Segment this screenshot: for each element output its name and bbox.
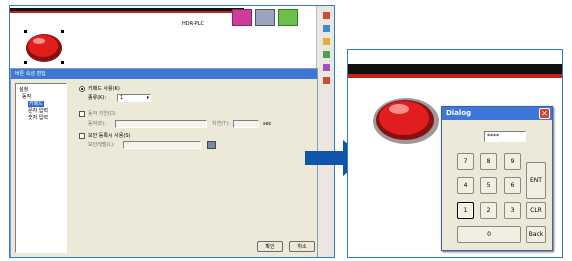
tree-selected[interactable]: 키패드 — [28, 101, 44, 107]
option1-field-label: 종류(K): — [88, 95, 107, 101]
right-icon-toolbar — [316, 6, 334, 257]
tool-icon[interactable] — [323, 12, 330, 19]
dialog-titlebar: 버튼 속성 편집 — [11, 69, 317, 79]
toolbar-green-button[interactable] — [278, 9, 298, 26]
option3-select[interactable] — [123, 141, 201, 149]
tool-icon[interactable] — [323, 64, 330, 71]
left-screenshot: HDR-PLC 버튼 속성 편집 설정 동작 키패드 문자 입력 숫자 입력 키… — [9, 5, 335, 258]
tool-icon[interactable] — [323, 25, 330, 32]
tree-panel: 설정 동작 키패드 문자 입력 숫자 입력 — [15, 83, 67, 253]
key-1[interactable]: 1 — [457, 202, 474, 219]
selection-handle[interactable] — [61, 61, 64, 64]
property-dialog: 버튼 속성 편집 설정 동작 키패드 문자 입력 숫자 입력 키패드 사용(K)… — [10, 68, 318, 257]
tree-child[interactable]: 동작 — [22, 94, 31, 100]
option2-label: 동작 지연(D) — [88, 111, 116, 117]
cancel-button[interactable]: 취소 — [289, 241, 315, 252]
keypad-display[interactable]: **** — [484, 131, 526, 142]
toolbar-gray-button[interactable] — [255, 9, 275, 26]
selection-handle[interactable] — [61, 30, 64, 33]
selection-handle[interactable] — [24, 61, 27, 64]
tree-item[interactable]: 문자 입력 — [28, 108, 48, 114]
red-button-graphic[interactable] — [24, 30, 64, 64]
option3-label: 보안 등록시 사용(S) — [88, 133, 131, 139]
option2-select[interactable] — [115, 120, 207, 128]
key-0[interactable]: 0 — [457, 226, 521, 243]
option2-field2-label: 지연(T): — [212, 121, 230, 127]
option1-label: 키패드 사용(K) — [88, 86, 120, 92]
key-3[interactable]: 3 — [504, 202, 521, 219]
toolbar-pink-button[interactable] — [232, 9, 252, 26]
header-label: HDR-PLC — [182, 21, 204, 27]
option1-select-value: 1 — [120, 95, 124, 101]
option2-delay-input[interactable] — [233, 120, 259, 128]
option2-field-label: 동작(E): — [88, 121, 106, 127]
option2-checkbox[interactable] — [79, 111, 85, 117]
ok-button[interactable]: 확인 — [257, 241, 283, 252]
key-8[interactable]: 8 — [480, 153, 497, 170]
option1-select[interactable]: 1 ▾ — [117, 94, 151, 102]
keypad-title: Dialog — [446, 109, 472, 117]
top-red-bar — [348, 74, 562, 78]
selection-handle[interactable] — [24, 30, 27, 33]
keypad-icon[interactable] — [207, 141, 216, 149]
option3-checkbox[interactable] — [79, 133, 85, 139]
keypad-display-value: **** — [487, 133, 499, 140]
tree-root[interactable]: 설정 — [19, 87, 28, 93]
red-button-graphic[interactable] — [371, 94, 441, 146]
top-black-bar — [348, 64, 562, 74]
key-enter[interactable]: ENT — [526, 162, 546, 199]
close-icon[interactable]: ✕ — [539, 108, 550, 119]
tool-icon[interactable] — [323, 38, 330, 45]
option1-radio[interactable] — [79, 86, 85, 92]
right-screenshot: Dialog ✕ **** 7 8 9 ENT 4 5 6 1 2 3 CLR … — [347, 49, 563, 258]
keypad-dialog: Dialog ✕ **** 7 8 9 ENT 4 5 6 1 2 3 CLR … — [441, 106, 553, 251]
keypad-titlebar: Dialog ✕ — [442, 107, 552, 120]
key-6[interactable]: 6 — [504, 177, 521, 194]
key-clear[interactable]: CLR — [526, 202, 546, 219]
tool-icon[interactable] — [323, 51, 330, 58]
option2-unit: sec — [263, 121, 272, 127]
top-red-bar — [10, 11, 244, 13]
key-5[interactable]: 5 — [480, 177, 497, 194]
key-9[interactable]: 9 — [504, 153, 521, 170]
key-back[interactable]: Back — [526, 226, 546, 243]
tree-item[interactable]: 숫자 입력 — [28, 115, 48, 121]
option3-field-label: 보안레벨(L): — [88, 142, 115, 148]
chevron-down-icon: ▾ — [146, 95, 149, 101]
tool-icon[interactable] — [323, 77, 330, 84]
key-2[interactable]: 2 — [480, 202, 497, 219]
key-7[interactable]: 7 — [457, 153, 474, 170]
dialog-title: 버튼 속성 편집 — [15, 71, 46, 77]
key-4[interactable]: 4 — [457, 177, 474, 194]
